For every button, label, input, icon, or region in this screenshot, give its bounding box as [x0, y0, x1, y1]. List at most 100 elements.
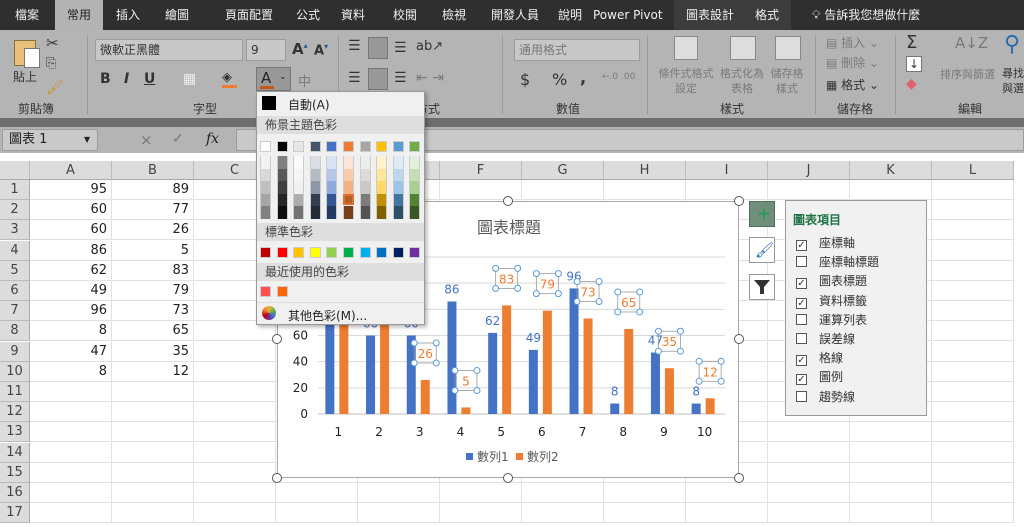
cell-I17[interactable] [686, 503, 768, 524]
standard-color-swatch[interactable] [309, 247, 321, 258]
bold-button[interactable]: B [100, 71, 111, 87]
cell-B8[interactable]: 65 [112, 321, 194, 342]
checkbox[interactable]: ✓ [796, 355, 807, 367]
cell-J13[interactable] [768, 422, 850, 443]
decimal-buttons[interactable]: ←.0 .00 [602, 72, 635, 82]
tab-9[interactable]: 開發人員 [479, 0, 551, 30]
standard-color-swatch[interactable] [376, 247, 388, 258]
theme-color-swatch[interactable] [376, 141, 388, 152]
row-header-14[interactable]: 14 [0, 442, 30, 463]
cell-L3[interactable] [932, 220, 1014, 241]
cell-K17[interactable] [850, 503, 932, 524]
cell-L1[interactable] [932, 180, 1014, 200]
theme-shade-swatch[interactable] [260, 193, 271, 206]
cell-A15[interactable] [30, 462, 112, 483]
cell-J1[interactable] [768, 180, 850, 200]
row-header-6[interactable]: 6 [0, 281, 30, 301]
autosum-icon[interactable]: Σ [906, 32, 917, 53]
standard-color-swatch[interactable] [260, 247, 271, 258]
theme-shade-swatch[interactable] [376, 181, 388, 194]
theme-shade-swatch[interactable] [326, 206, 338, 219]
theme-shade-swatch[interactable] [309, 168, 321, 181]
fill-color-icon[interactable]: ◈ [222, 70, 237, 88]
theme-shade-swatch[interactable] [293, 181, 305, 194]
cell-A14[interactable] [30, 442, 112, 463]
row-header-7[interactable]: 7 [0, 301, 30, 322]
theme-shade-swatch[interactable] [293, 156, 305, 169]
currency-button[interactable]: $ [520, 70, 530, 89]
checkbox[interactable] [796, 390, 807, 402]
checkbox[interactable] [796, 256, 807, 268]
row-header-9[interactable]: 9 [0, 341, 30, 362]
cell-K14[interactable] [850, 442, 932, 463]
recent-color-swatch[interactable] [276, 286, 288, 297]
tab-12[interactable]: 圖表設計 [674, 0, 747, 30]
theme-shade-swatch[interactable] [359, 181, 371, 194]
cell-A6[interactable]: 49 [30, 281, 112, 301]
cell-L8[interactable] [932, 321, 1014, 342]
tab-5[interactable]: 公式 [284, 0, 332, 30]
format-painter-icon[interactable]: 🖌 [46, 80, 64, 96]
cell-D16[interactable] [276, 483, 358, 503]
paste-button[interactable]: 貼上 [13, 68, 37, 85]
comma-button[interactable]: , [580, 68, 586, 87]
cell-A9[interactable]: 47 [30, 341, 112, 362]
cell-L9[interactable] [932, 341, 1014, 362]
cell-L11[interactable] [932, 382, 1014, 402]
insert-cells-button[interactable]: ▤ 插入 ⌄ [826, 34, 879, 51]
cell-K1[interactable] [850, 180, 932, 200]
column-header-A[interactable]: A [30, 161, 112, 180]
indent-icons[interactable]: ⇤ ⇥ [416, 70, 444, 86]
theme-color-swatch[interactable] [260, 141, 271, 152]
theme-shade-swatch[interactable] [293, 206, 305, 219]
cell-H16[interactable] [604, 483, 686, 503]
column-header-K[interactable]: K [850, 161, 932, 180]
theme-shade-swatch[interactable] [260, 156, 271, 169]
theme-shade-swatch[interactable] [409, 156, 421, 169]
cell-J17[interactable] [768, 503, 850, 524]
cancel-icon[interactable]: × [140, 131, 153, 149]
theme-shade-swatch[interactable] [392, 168, 404, 181]
checkbox[interactable] [796, 313, 807, 325]
standard-color-swatch[interactable] [326, 247, 338, 258]
theme-color-swatch[interactable] [392, 141, 404, 152]
cell-F16[interactable] [440, 483, 522, 503]
standard-color-swatch[interactable] [343, 247, 354, 258]
chart-elements-button[interactable]: + [749, 201, 775, 227]
cell-H17[interactable] [604, 503, 686, 524]
cell-B12[interactable] [112, 402, 194, 423]
theme-shade-swatch[interactable] [326, 156, 338, 169]
cell-C15[interactable] [194, 462, 276, 483]
column-header-G[interactable]: G [522, 161, 604, 180]
cell-C11[interactable] [194, 382, 276, 402]
insert-function-button[interactable]: fx [206, 131, 219, 147]
cell-E16[interactable] [358, 483, 440, 503]
cell-B16[interactable] [112, 483, 194, 503]
cell-I1[interactable] [686, 180, 768, 200]
cell-F17[interactable] [440, 503, 522, 524]
standard-color-swatch[interactable] [359, 247, 371, 258]
align-left-icon[interactable]: ☰ [348, 70, 361, 86]
tab-4[interactable]: 頁面配置 [213, 0, 285, 30]
cell-A11[interactable] [30, 382, 112, 402]
theme-shade-swatch[interactable] [376, 168, 388, 181]
more-colors-item[interactable]: 其他色彩(M)... [257, 302, 424, 324]
font-name-select[interactable]: 微軟正黑體 [95, 39, 243, 61]
cell-G1[interactable] [522, 180, 604, 200]
tab-6[interactable]: 資料 [329, 0, 377, 30]
chart-styles-button[interactable]: 🖌 [749, 237, 775, 263]
fill-icon[interactable]: ↓ [906, 56, 923, 72]
cell-A12[interactable] [30, 402, 112, 423]
standard-color-swatch[interactable] [276, 247, 288, 258]
theme-shade-swatch[interactable] [359, 193, 371, 206]
checkbox[interactable] [796, 333, 807, 344]
cell-B7[interactable]: 73 [112, 301, 194, 322]
chart-element-item[interactable]: 誤差線 [796, 330, 855, 348]
delete-cells-button[interactable]: ▤ 刪除 ⌄ [826, 54, 879, 71]
align-center-icon[interactable] [368, 68, 388, 90]
cell-L15[interactable] [932, 462, 1014, 483]
cell-L14[interactable] [932, 442, 1014, 463]
cell-styles-button[interactable]: 儲存格樣式 [768, 66, 806, 96]
cell-A10[interactable]: 8 [30, 361, 112, 382]
sort-filter-button[interactable]: 排序與篩選 [940, 66, 995, 82]
